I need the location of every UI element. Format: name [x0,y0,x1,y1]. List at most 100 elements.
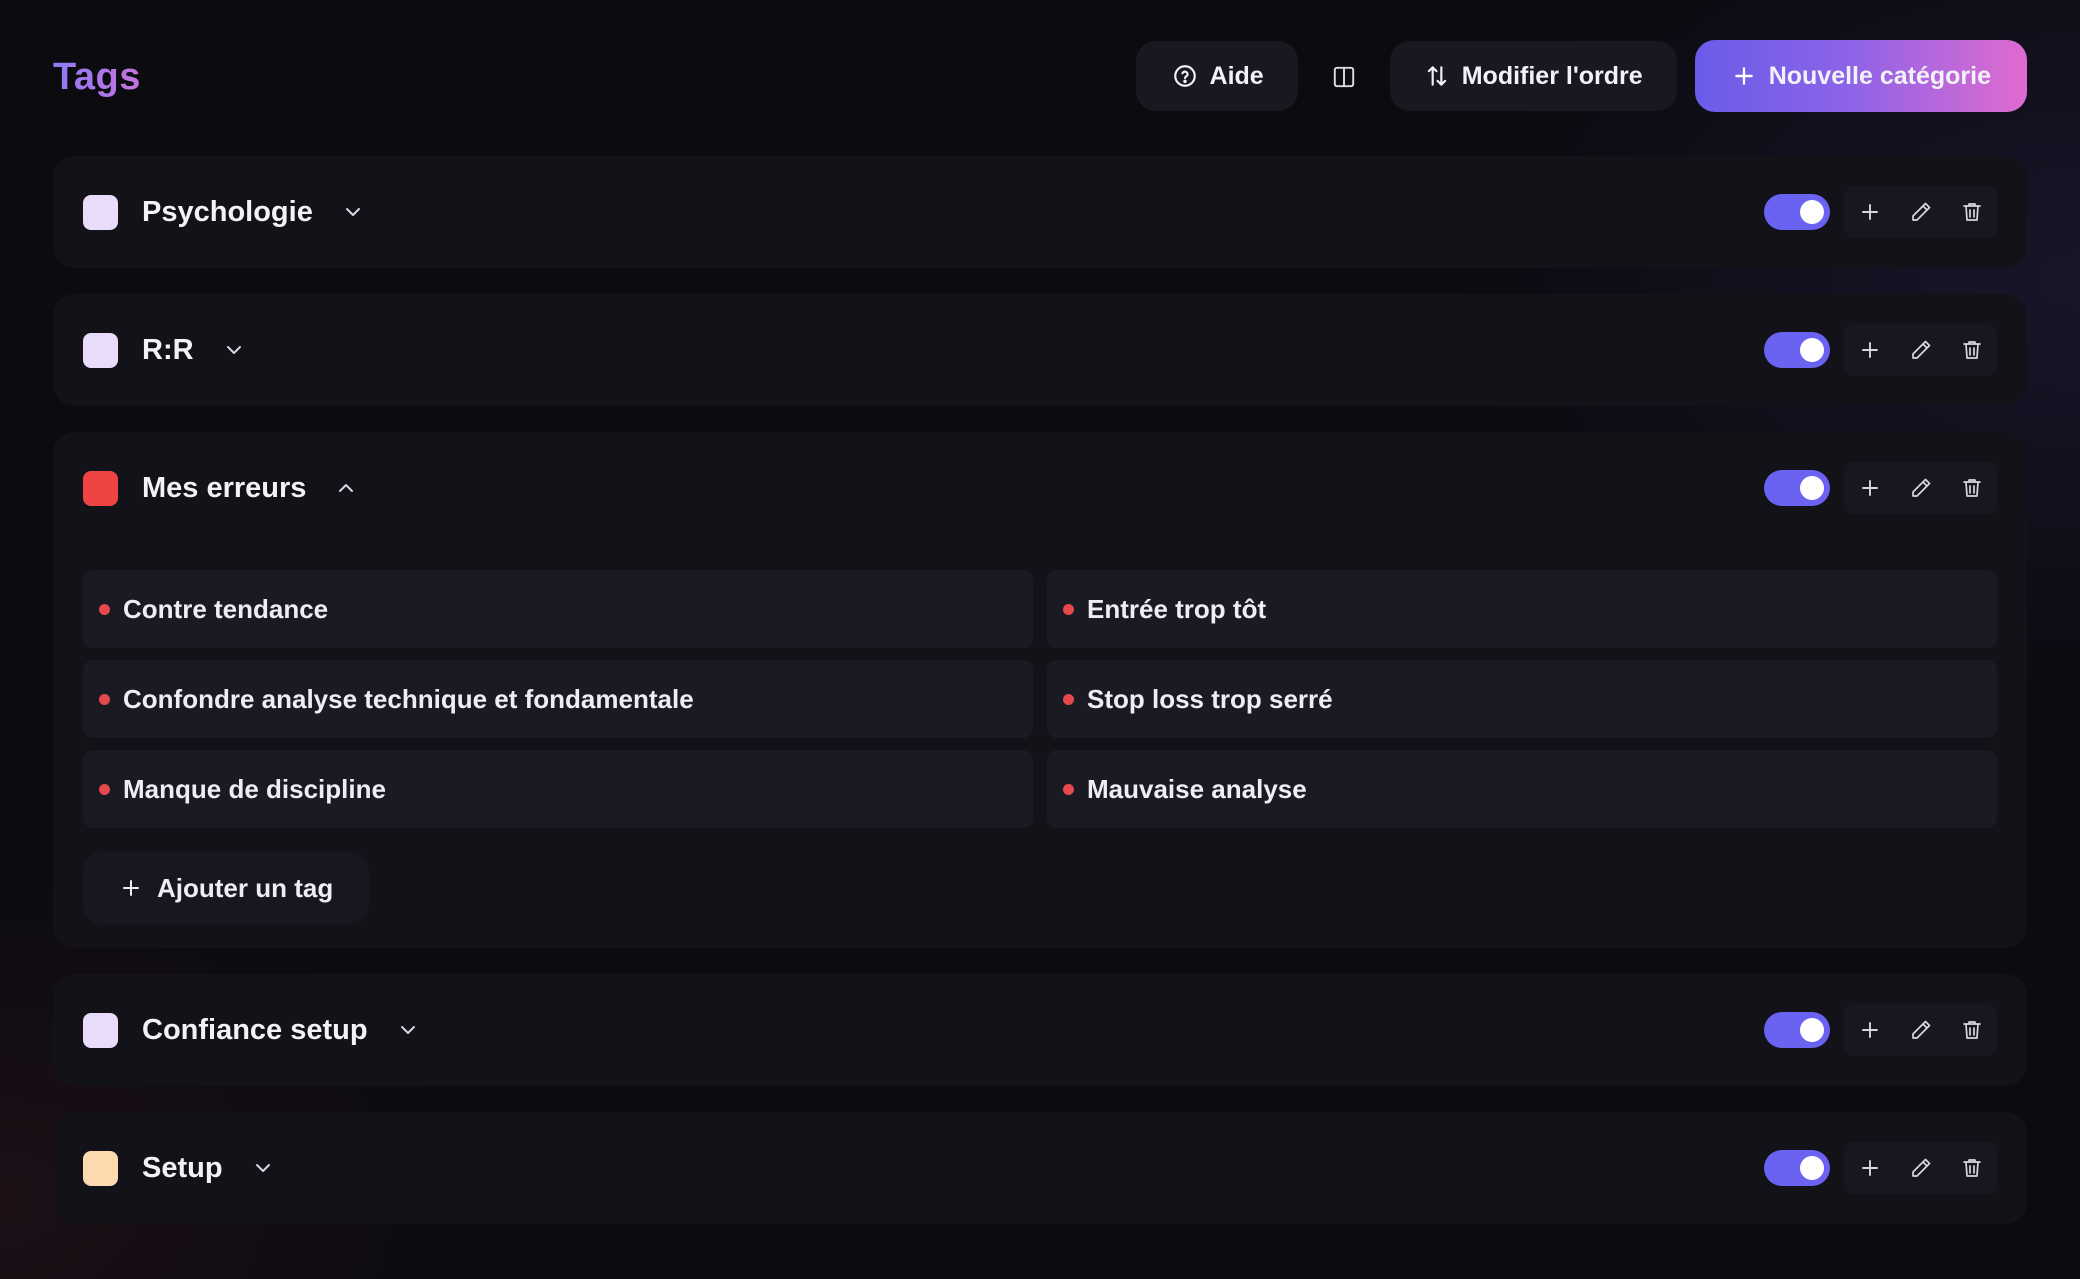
plus-icon [1731,63,1757,89]
category-name: Mes erreurs [142,471,307,504]
category-color-swatch [83,194,118,230]
add-tag-icon[interactable] [1844,1004,1895,1056]
category-name: R:R [142,333,194,366]
category-card: R:R [53,294,2027,406]
help-button-label: Aide [1209,61,1264,90]
tag-item[interactable]: Stop loss trop serré [1047,660,1997,738]
toggle-knob [1800,200,1824,224]
tags-page: Tags Aide Modifier l'ordre Nouvelle caté… [0,0,2080,1279]
add-tag-button[interactable]: Ajouter un tag [83,852,370,924]
category-name: Psychologie [142,195,313,228]
reorder-button[interactable]: Modifier l'ordre [1389,41,1677,111]
page-header: Tags Aide Modifier l'ordre Nouvelle caté… [53,0,2027,156]
add-tag-icon[interactable] [1844,1142,1895,1194]
chevron-up-icon[interactable] [334,476,358,500]
delete-trash-icon[interactable] [1946,462,1997,514]
category-card: Confiance setup [53,974,2027,1086]
category-title-group[interactable]: Setup [83,1150,275,1186]
category-icon-buttons [1844,186,1997,238]
category-header[interactable]: Confiance setup [83,974,1997,1086]
toggle-knob [1800,1156,1824,1180]
category-enabled-toggle[interactable] [1764,1012,1830,1048]
chevron-down-icon[interactable] [341,200,365,224]
category-header[interactable]: R:R [83,294,1997,406]
add-tag-icon[interactable] [1844,462,1895,514]
category-header[interactable]: Mes erreurs [83,432,1997,544]
toggle-knob [1800,338,1824,362]
category-header[interactable]: Psychologie [83,156,1997,268]
category-name: Setup [142,1151,223,1184]
tag-color-dot [99,693,110,705]
category-list: Psychologie R:R Mes erreurs Contre tendance… [53,156,2027,1224]
delete-trash-icon[interactable] [1946,1142,1997,1194]
category-color-swatch [83,332,118,368]
category-actions [1764,1004,1997,1056]
category-name: Confiance setup [142,1013,368,1046]
category-title-group[interactable]: Psychologie [83,194,365,230]
tag-label: Confondre analyse technique et fondament… [123,683,694,714]
category-icon-buttons [1844,1142,1997,1194]
category-card: Mes erreurs Contre tendance Entrée trop tô… [53,432,2027,948]
add-tag-icon[interactable] [1844,186,1895,238]
chevron-down-icon[interactable] [396,1018,420,1042]
toggle-panel-button[interactable] [1316,41,1372,111]
edit-pencil-icon[interactable] [1895,1142,1946,1194]
category-color-swatch [83,1150,118,1186]
tag-item[interactable]: Mauvaise analyse [1047,750,1997,828]
tag-color-dot [1063,693,1074,705]
tag-item[interactable]: Entrée trop tôt [1047,570,1997,648]
edit-pencil-icon[interactable] [1895,462,1946,514]
reorder-button-label: Modifier l'ordre [1461,61,1643,90]
tag-item[interactable]: Confondre analyse technique et fondament… [83,660,1033,738]
toggle-knob [1800,476,1824,500]
delete-trash-icon[interactable] [1946,186,1997,238]
tag-grid: Contre tendance Entrée trop tôt Confondre … [83,544,1997,828]
category-icon-buttons [1844,1004,1997,1056]
category-actions [1764,462,1997,514]
add-tag-label: Ajouter un tag [157,872,334,903]
plus-icon [119,876,143,900]
category-enabled-toggle[interactable] [1764,470,1830,506]
add-tag-icon[interactable] [1844,324,1895,376]
delete-trash-icon[interactable] [1946,324,1997,376]
category-title-group[interactable]: Mes erreurs [83,470,358,506]
category-enabled-toggle[interactable] [1764,332,1830,368]
sort-arrows-icon [1424,63,1450,89]
tag-color-dot [99,603,110,615]
page-title: Tags [53,55,141,98]
tag-label: Mauvaise analyse [1087,773,1307,804]
header-actions: Aide Modifier l'ordre Nouvelle catégorie [1135,40,2027,112]
category-enabled-toggle[interactable] [1764,1150,1830,1186]
tag-color-dot [1063,783,1074,795]
category-card: Psychologie [53,156,2027,268]
tag-color-dot [99,783,110,795]
tag-label: Manque de discipline [123,773,386,804]
new-category-button[interactable]: Nouvelle catégorie [1694,40,2027,112]
tag-item[interactable]: Manque de discipline [83,750,1033,828]
edit-pencil-icon[interactable] [1895,186,1946,238]
category-actions [1764,324,1997,376]
split-panel-icon [1331,63,1357,89]
category-icon-buttons [1844,462,1997,514]
delete-trash-icon[interactable] [1946,1004,1997,1056]
category-color-swatch [83,470,118,506]
chevron-down-icon[interactable] [222,338,246,362]
tag-label: Contre tendance [123,593,329,624]
tag-item[interactable]: Contre tendance [83,570,1033,648]
category-actions [1764,186,1997,238]
chevron-down-icon[interactable] [251,1156,275,1180]
new-category-button-label: Nouvelle catégorie [1768,61,1991,90]
toggle-knob [1800,1018,1824,1042]
tag-color-dot [1063,603,1074,615]
category-header[interactable]: Setup [83,1112,1997,1224]
category-color-swatch [83,1012,118,1048]
category-actions [1764,1142,1997,1194]
help-button[interactable]: Aide [1135,41,1298,111]
category-title-group[interactable]: R:R [83,332,246,368]
edit-pencil-icon[interactable] [1895,1004,1946,1056]
category-title-group[interactable]: Confiance setup [83,1012,420,1048]
edit-pencil-icon[interactable] [1895,324,1946,376]
tag-label: Stop loss trop serré [1087,683,1333,714]
category-card: Setup [53,1112,2027,1224]
category-enabled-toggle[interactable] [1764,194,1830,230]
